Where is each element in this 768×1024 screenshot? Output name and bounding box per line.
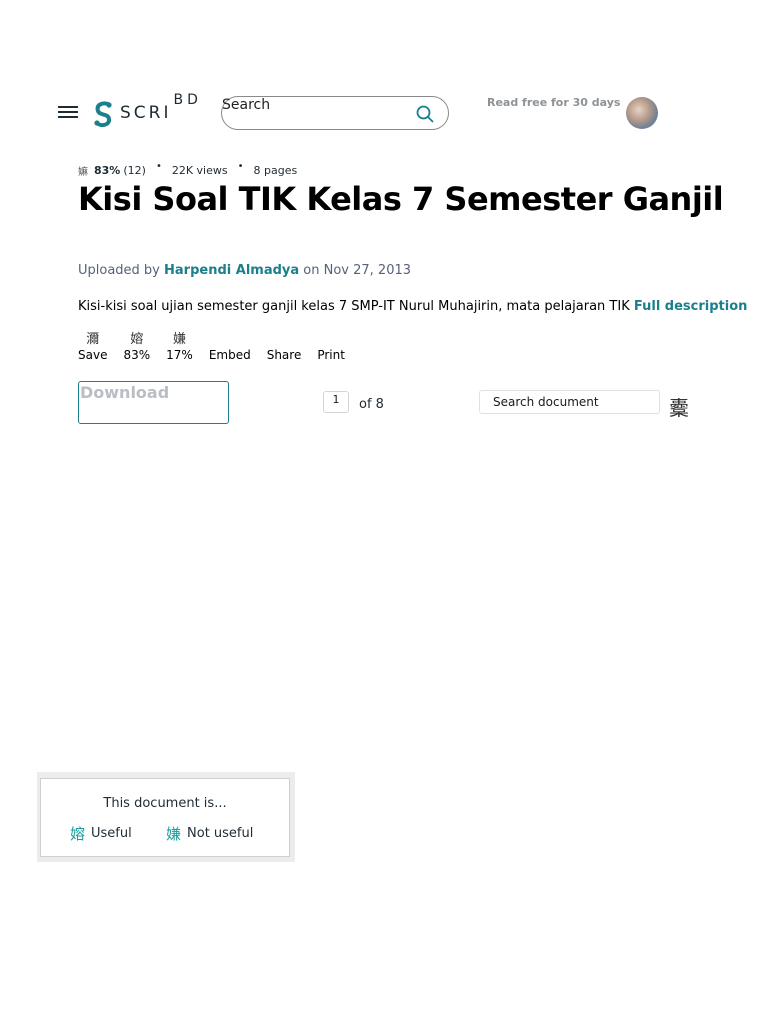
useful-label: Useful [91, 826, 132, 841]
read-free-link[interactable]: Read free for 30 days [487, 96, 620, 109]
scribd-logo[interactable]: SCRI BD [92, 92, 202, 128]
search-document-input[interactable]: Search document [479, 390, 660, 414]
page-number-input[interactable]: 1 [323, 391, 349, 413]
logo-mark-icon [94, 101, 112, 128]
useful-button[interactable]: 嫆 Useful [70, 823, 132, 844]
feedback-card: This document is... 嫆 Useful 嫌 Not usefu… [40, 778, 290, 857]
hamburger-menu-icon[interactable] [58, 106, 78, 120]
author-link[interactable]: Harpendi Almadya [164, 263, 299, 278]
document-meta: 嫲 83% (12) • 22K views • 8 pages [78, 161, 298, 178]
rating-percent: 83% [94, 164, 121, 177]
logo-text: SCRI [120, 103, 172, 123]
rating-count: (12) [123, 164, 146, 177]
thumbs-down-icon: 嫌 [172, 332, 186, 347]
uploaded-date: on Nov 27, 2013 [303, 263, 412, 278]
uploaded-prefix: Uploaded by [78, 263, 160, 278]
description-text: Kisi-kisi soal ujian semester ganjil kel… [78, 299, 630, 314]
download-button[interactable]: Download [78, 381, 229, 424]
save-label: Save [78, 348, 108, 362]
embed-label: Embed [208, 348, 251, 362]
bookmark-icon: 濔 [86, 332, 100, 347]
not-useful-label: Not useful [187, 826, 254, 841]
share-label: Share [266, 348, 302, 362]
page-count: 8 pages [253, 164, 298, 177]
search-input[interactable]: Search [221, 96, 449, 130]
separator-dot: • [237, 161, 244, 172]
search-placeholder: Search [222, 97, 271, 113]
separator-dot: • [155, 161, 162, 172]
save-button[interactable]: 濔 Save [78, 328, 107, 362]
not-useful-button[interactable]: 嫌 Not useful [166, 823, 253, 844]
share-button[interactable]: Share [267, 328, 302, 362]
search-icon[interactable] [416, 105, 434, 123]
page-title: Kisi Soal TIK Kelas 7 Semester Ganjil [78, 180, 724, 218]
thumbs-up-icon: 嫆 [130, 332, 144, 347]
thumbs-down-icon: 嫌 [166, 825, 182, 843]
rating-icon: 嫲 [78, 167, 88, 178]
thumbs-up-icon: 嫆 [70, 825, 86, 843]
feedback-title: This document is... [103, 796, 227, 811]
downvote-button[interactable]: 嫌 17% [166, 328, 193, 362]
embed-button[interactable]: Embed [209, 328, 251, 362]
fullscreen-icon[interactable]: 櫜 [669, 392, 689, 421]
action-row: 濔 Save 嫆 83% 嫌 17% Embed Share Print [78, 328, 361, 362]
print-button[interactable]: Print [317, 328, 345, 362]
avatar[interactable] [626, 97, 658, 129]
full-description-link[interactable]: Full description [634, 299, 748, 314]
feedback-panel: This document is... 嫆 Useful 嫌 Not usefu… [37, 772, 295, 862]
document-description: Kisi-kisi soal ujian semester ganjil kel… [78, 299, 747, 314]
page-total: of 8 [359, 397, 384, 412]
downvote-label: 17% [166, 348, 193, 362]
view-count: 22K views [171, 164, 228, 177]
upload-info: Uploaded by Harpendi Almadya on Nov 27, … [78, 263, 411, 278]
upvote-button[interactable]: 嫆 83% [123, 328, 150, 362]
upvote-label: 83% [123, 348, 151, 362]
print-label: Print [317, 348, 345, 362]
logo-text-sup: BD [173, 92, 202, 108]
